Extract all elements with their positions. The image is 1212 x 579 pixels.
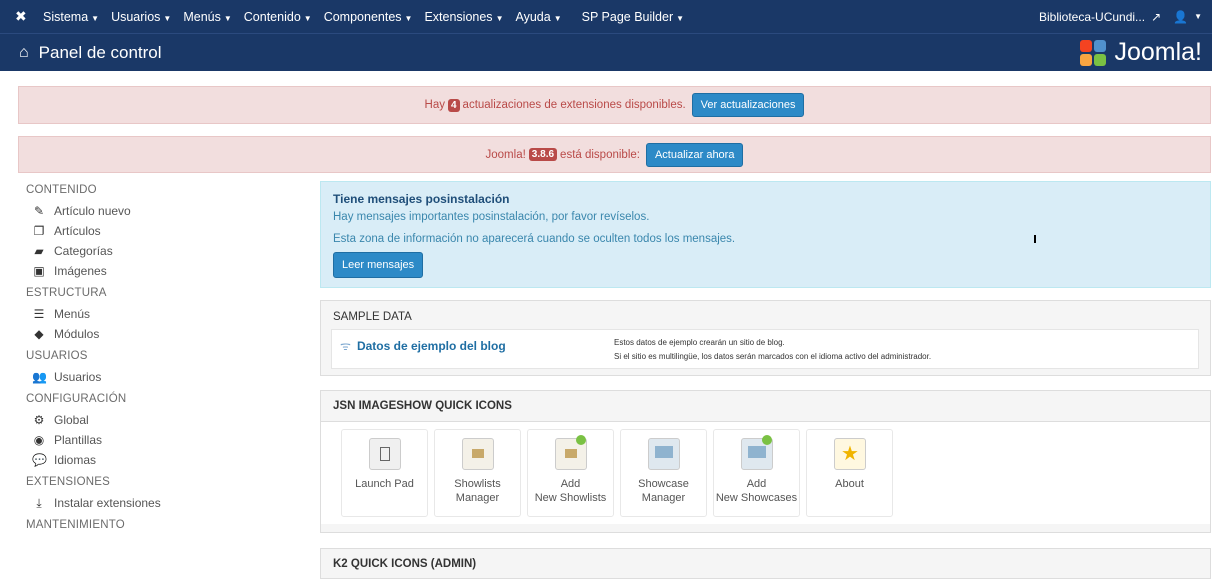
sidebar-item-modulos[interactable]: ◆ Módulos xyxy=(32,324,298,344)
wifi-icon: ᯤ xyxy=(340,339,351,353)
version-badge: 3.8.6 xyxy=(528,148,558,161)
image-icon: ▣ xyxy=(33,264,45,278)
folder-icon: ▰ xyxy=(34,244,44,258)
sidebar-item-articulo-nuevo[interactable]: ✎ Artículo nuevo xyxy=(32,201,298,221)
sidebar-item-instalar-extensiones[interactable]: ⤓ Instalar extensiones xyxy=(32,493,298,513)
stack-icon: ❐ xyxy=(33,224,45,238)
add-showlist-icon xyxy=(555,435,587,470)
admin-menubar: ✖ Sistema ▼ Usuarios ▼ Menús ▼ Contenido ▼ C… xyxy=(0,0,1212,33)
list-icon: ☰ xyxy=(33,307,45,321)
menu-componentes[interactable]: Componentes ▼ xyxy=(324,10,413,24)
pencil-icon: ✎ xyxy=(33,204,45,218)
menu-sistema[interactable]: Sistema ▼ xyxy=(43,10,99,24)
sample-data-row: ᯤ Datos de ejemplo del blog Estos datos d… xyxy=(331,329,1199,369)
cube-icon: ◆ xyxy=(34,327,44,341)
sidebar-heading-mantenimiento: MANTENIMIENTO xyxy=(26,519,125,531)
eye-icon: ◉ xyxy=(33,433,45,447)
joomla-update-alert: Joomla! 3.8.6 está disponible: Actualiza… xyxy=(18,136,1211,173)
sample-data-desc1: Estos datos de ejemplo crearán un sitio … xyxy=(614,338,785,347)
postinstall-title: Tiene mensajes posinstalación xyxy=(333,192,510,206)
text-cursor xyxy=(1034,235,1036,243)
read-messages-button[interactable]: Leer mensajes xyxy=(333,252,424,278)
sidebar-item-categorias[interactable]: ▰ Categorías xyxy=(32,241,298,261)
menu-menus[interactable]: Menús ▼ xyxy=(183,10,231,24)
page-title: Panel de control xyxy=(38,42,162,62)
menu-extensiones[interactable]: Extensiones ▼ xyxy=(424,10,503,24)
sidebar-heading-usuarios: USUARIOS xyxy=(26,350,88,362)
jsn-quickicons-panel: JSN IMAGESHOW QUICK ICONS Launch Pad Sho… xyxy=(320,390,1211,533)
home-icon: ⌂ xyxy=(19,43,29,61)
update-now-button[interactable]: Actualizar ahora xyxy=(645,142,744,167)
sidebar-heading-estructura: ESTRUCTURA xyxy=(26,287,107,299)
jsn-panel-heading: JSN IMAGESHOW QUICK ICONS xyxy=(333,400,512,412)
quickicon-about[interactable]: ★ About xyxy=(806,429,893,517)
sidebar-item-articulos[interactable]: ❐ Artículos xyxy=(32,221,298,241)
postinstall-line2: Esta zona de información no aparecerá cu… xyxy=(333,233,736,245)
menu-sp-page-builder[interactable]: SP Page Builder ▼ xyxy=(582,10,684,24)
joomla-menu-icon[interactable]: ✖ xyxy=(15,8,31,25)
sidebar-heading-extensiones: EXTENSIONES xyxy=(26,476,110,488)
users-icon: 👥 xyxy=(32,370,47,384)
site-link[interactable]: Biblioteca-UCundi... xyxy=(1039,10,1145,24)
sidebar-item-idiomas[interactable]: 💬 Idiomas xyxy=(32,450,298,470)
sample-data-desc2: Si el sitio es multilingüe, los datos se… xyxy=(614,352,932,361)
comments-icon: 💬 xyxy=(32,453,47,467)
k2-panel-heading: K2 QUICK ICONS (ADMIN) xyxy=(333,558,477,570)
sample-data-heading: SAMPLE DATA xyxy=(333,311,412,323)
add-showcase-icon xyxy=(741,435,773,470)
postinstall-line1: Hay mensajes importantes posinstalación,… xyxy=(333,211,650,223)
joomla-brand-text: Joomla! xyxy=(1114,38,1202,66)
sidebar-item-imagenes[interactable]: ▣ Imágenes xyxy=(32,261,298,281)
sidebar-heading-configuracion: CONFIGURACIÓN xyxy=(26,393,127,405)
updates-count-badge: 4 xyxy=(447,98,460,112)
sample-data-panel: SAMPLE DATA ᯤ Datos de ejemplo del blog E… xyxy=(320,300,1211,376)
showcase-icon xyxy=(648,438,680,470)
sidebar: CONTENIDO ✎ Artículo nuevo ❐ Artículos ▰ Ca… xyxy=(18,180,298,536)
sidebar-item-usuarios[interactable]: 👥 Usuarios xyxy=(32,367,298,387)
quickicon-showlists-manager[interactable]: Showlists Manager xyxy=(434,429,521,517)
extension-updates-alert: Hay 4 actualizaciones de extensiones dis… xyxy=(18,86,1211,124)
quickicon-showcase-manager[interactable]: Showcase Manager xyxy=(620,429,707,517)
quickicon-add-new-showcases[interactable]: Add New Showcases xyxy=(713,429,800,517)
menu-ayuda[interactable]: Ayuda ▼ xyxy=(515,10,561,24)
chevron-down-icon[interactable]: ▼ xyxy=(1194,12,1202,21)
quickicon-add-new-showlists[interactable]: Add New Showlists xyxy=(527,429,614,517)
joomla-logo: Joomla! xyxy=(1080,38,1202,67)
postinstall-messages-panel: Tiene mensajes posinstalación Hay mensaj… xyxy=(320,181,1211,288)
cog-icon: ⚙ xyxy=(33,413,45,427)
joomla-logo-icon xyxy=(1080,39,1108,66)
sidebar-item-global[interactable]: ⚙ Global xyxy=(32,410,298,430)
user-icon[interactable]: 👤 xyxy=(1173,10,1188,24)
menu-contenido[interactable]: Contenido ▼ xyxy=(244,10,312,24)
launch-pad-icon xyxy=(369,438,401,470)
k2-quickicons-panel: K2 QUICK ICONS (ADMIN) xyxy=(320,548,1211,579)
jsn-panel-header: JSN IMAGESHOW QUICK ICONS xyxy=(321,391,1210,422)
sidebar-heading-contenido: CONTENIDO xyxy=(26,184,97,196)
jsn-panel-body: Launch Pad Showlists Manager Add New Showl… xyxy=(321,422,1210,524)
sidebar-item-menus[interactable]: ☰ Menús xyxy=(32,304,298,324)
menu-usuarios[interactable]: Usuarios ▼ xyxy=(111,10,171,24)
star-icon: ★ xyxy=(834,438,866,470)
quickicon-launch-pad[interactable]: Launch Pad xyxy=(341,429,428,517)
showlists-icon xyxy=(462,438,494,470)
blog-sample-data-link[interactable]: ᯤ Datos de ejemplo del blog xyxy=(340,337,506,354)
page-header: ⌂ Panel de control Joomla! xyxy=(0,33,1212,71)
external-link-icon[interactable]: ↗ xyxy=(1151,10,1161,24)
sidebar-item-plantillas[interactable]: ◉ Plantillas xyxy=(32,430,298,450)
view-updates-button[interactable]: Ver actualizaciones xyxy=(691,93,805,117)
upload-icon: ⤓ xyxy=(36,496,42,510)
